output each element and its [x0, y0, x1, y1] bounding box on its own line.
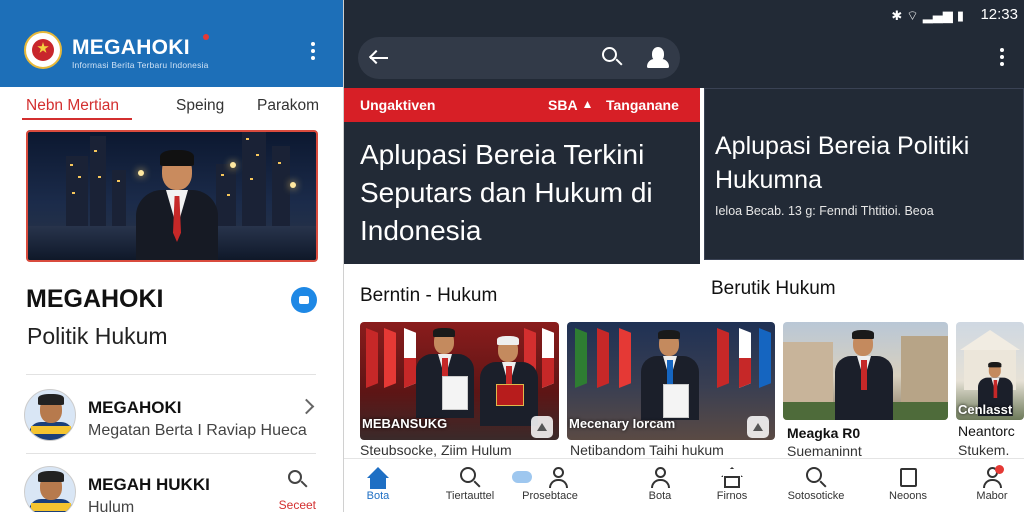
right-panel: ✱ ⌔ ▂▄▆ ▮ 12:33 Ungaktiven SBA Tanganane…	[344, 0, 1024, 512]
search-icon	[458, 467, 482, 489]
nav-label: Neoons	[889, 490, 927, 502]
nav-item-house[interactable]: Firnos	[692, 459, 772, 512]
list-item-action[interactable]: Seceet	[279, 498, 316, 512]
thumbnail-subtitle: Netibandom Taihi hukum	[570, 442, 724, 458]
brand-subtitle: Politik Hukum	[27, 323, 168, 349]
cloud-icon	[510, 467, 534, 489]
box-icon	[896, 467, 920, 489]
app-header: MEGAHOKI Informasi Berita Terbaru Indone…	[0, 0, 343, 87]
more-menu-icon[interactable]	[999, 48, 1005, 68]
nav-item-home[interactable]: Bota	[344, 459, 418, 512]
active-tab-indicator	[22, 118, 132, 120]
list-item-title: MEGAH HUKKI	[88, 475, 210, 494]
nav-label: Bota	[648, 490, 672, 502]
thumbnail-subtitle: Stukem.	[958, 442, 1010, 458]
share-icon[interactable]	[531, 416, 553, 438]
thumbnail-subtitle: Steubsocke, Ziim Hulum	[360, 442, 512, 458]
search-icon	[804, 467, 828, 489]
nav-item-explore[interactable]: Sotosoticke	[776, 459, 856, 512]
account-icon	[980, 465, 1004, 489]
list-item-subtitle: Megatan Berta I Raviap Hueca	[88, 422, 307, 439]
top-app-bar	[344, 30, 1024, 88]
nav-label: Bota	[366, 490, 390, 502]
hero-image[interactable]	[26, 130, 318, 262]
featured-card[interactable]: Ungaktiven SBA Tanganane Aplupasi Bereia…	[344, 88, 700, 264]
featured-tag: Ungaktiven	[360, 97, 436, 113]
nav-label: Prosebtace	[522, 490, 578, 502]
nav-item-search[interactable]: Tiertauttel	[430, 459, 510, 512]
thumbnail-title: Neantorc	[958, 423, 1015, 439]
status-icons: ✱ ⌔ ▂▄▆ ▮	[891, 9, 964, 24]
back-arrow-icon[interactable]	[368, 49, 390, 67]
divider	[26, 374, 316, 375]
chevron-right-icon[interactable]	[298, 398, 315, 415]
section-title: Berntin - Hukum	[360, 285, 498, 306]
avatar	[24, 389, 76, 441]
thumbnail-title: Meagka R0	[787, 425, 861, 441]
section-title: Berutik Hukum	[711, 278, 836, 299]
nav-label: Mabor	[976, 490, 1008, 502]
list-item-subtitle: Hulum	[88, 499, 135, 512]
trend-up-icon	[584, 101, 591, 108]
nav-label: Firnos	[716, 490, 748, 502]
list-item[interactable]: MEGAH HUKKI Hulum Seceet	[24, 466, 320, 512]
app-tagline: Informasi Berita Terbaru Indonesia	[72, 60, 209, 70]
thumbnail-subtitle: Suemaninnt	[787, 443, 862, 459]
news-thumbnail[interactable]: MEBANSUKG	[360, 322, 559, 440]
house-icon	[720, 467, 744, 489]
featured-tag-bar: Ungaktiven SBA Tanganane	[344, 88, 700, 122]
status-time: 12:33	[980, 6, 1018, 23]
list-item-title: MEGAHOKI	[88, 398, 182, 417]
secondary-meta: Ieloa Becab. 13 g: Fenndi Thtitioi. Beoa	[715, 204, 934, 218]
registered-mark-icon	[203, 34, 209, 40]
secondary-card[interactable]: Aplupasi Bereia Politiki Hukumna Ieloa B…	[704, 88, 1024, 260]
nav-label: Tiertauttel	[445, 490, 495, 502]
home-icon	[366, 467, 390, 489]
news-thumbnail[interactable]	[783, 322, 948, 420]
tab-speing[interactable]: Speing	[176, 97, 224, 115]
nav-item-profile[interactable]: Prosebtace	[502, 459, 582, 512]
app-name: MEGAHOKI	[72, 36, 190, 59]
profile-icon[interactable]	[646, 46, 670, 70]
user-icon	[546, 467, 570, 489]
featured-headline: Aplupasi Bereia Terkini Seputars dan Huk…	[360, 139, 653, 246]
search-icon[interactable]	[288, 470, 310, 492]
thumbnail-caption: Cenlasst	[958, 402, 1013, 417]
bottom-navigation: Bota Tiertauttel Prosebtace Bota Firnos	[344, 458, 1024, 512]
nav-item-news[interactable]: Neoons	[868, 459, 948, 512]
secondary-headline: Aplupasi Bereia Politiki Hukumna	[715, 132, 970, 194]
avatar	[24, 466, 76, 512]
left-panel: MEGAHOKI Informasi Berita Terbaru Indone…	[0, 0, 344, 512]
share-icon[interactable]	[747, 416, 769, 438]
thumbnail-caption: MEBANSUKG	[362, 416, 448, 431]
list-item[interactable]: MEGAHOKI Megatan Berta I Raviap Hueca	[24, 389, 320, 449]
tab-parakom[interactable]: Parakom	[257, 97, 319, 115]
user-icon	[648, 467, 672, 489]
featured-category: Tanganane	[606, 97, 679, 113]
nav-label: Sotosoticke	[787, 490, 845, 502]
app-root: MEGAHOKI Informasi Berita Terbaru Indone…	[0, 0, 1024, 512]
thumbnail-caption: Mecenary Iorcam	[569, 416, 676, 431]
featured-source: SBA	[548, 97, 578, 113]
news-thumbnail[interactable]: Mecenary Iorcam	[567, 322, 775, 440]
divider	[26, 453, 316, 454]
nav-item-more[interactable]: Mabor	[952, 459, 1024, 512]
tab-nebn-mertian[interactable]: Nebn Mertian	[26, 97, 119, 115]
brand-title: MEGAHOKI	[26, 285, 164, 313]
logo-icon	[24, 31, 62, 69]
search-bar[interactable]	[358, 37, 680, 79]
nav-item-account[interactable]: Bota	[620, 459, 700, 512]
status-bar: ✱ ⌔ ▂▄▆ ▮ 12:33	[344, 0, 1024, 30]
more-menu-icon[interactable]	[310, 42, 316, 62]
news-thumbnail[interactable]: Cenlasst	[956, 322, 1024, 420]
chat-icon[interactable]	[291, 287, 317, 313]
search-icon[interactable]	[602, 47, 624, 69]
